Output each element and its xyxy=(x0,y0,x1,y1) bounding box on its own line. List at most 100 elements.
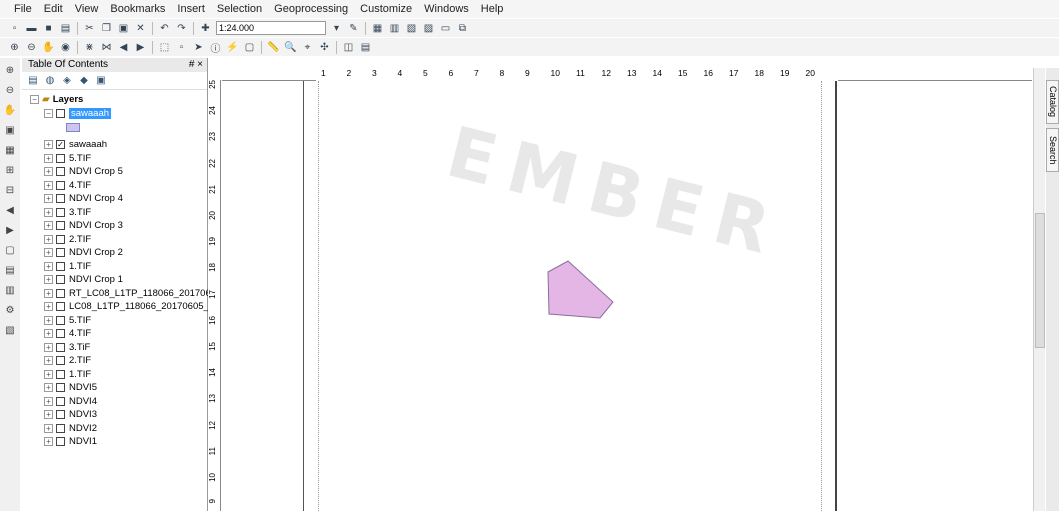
layer-row[interactable]: + NDVI Crop 1 xyxy=(44,273,123,286)
hyperlink-icon[interactable]: ⚡ xyxy=(225,40,240,54)
layer-label[interactable]: 2.TIF xyxy=(69,355,91,366)
table-icon[interactable]: ▦ xyxy=(370,21,385,35)
layer-label[interactable]: 3.TiF xyxy=(69,342,90,353)
zoom-whole-page-icon[interactable]: ▣ xyxy=(2,124,18,138)
layer-checkbox[interactable] xyxy=(56,383,65,392)
layer-checkbox[interactable] xyxy=(56,275,65,284)
data-driven-pages-icon[interactable]: ▧ xyxy=(2,324,18,338)
layer-row[interactable]: +4.TIF xyxy=(44,179,91,192)
zoom-out-icon[interactable]: ⊖ xyxy=(24,40,39,54)
layer-label[interactable]: 2.TIF xyxy=(69,234,91,245)
forward-icon[interactable]: ▶ xyxy=(133,40,148,54)
layer-label[interactable]: NDVI Crop 1 xyxy=(69,274,123,285)
layout-view[interactable]: EMBER xyxy=(222,81,1032,511)
save-icon[interactable]: ■ xyxy=(41,21,56,35)
expand-icon[interactable]: + xyxy=(44,194,53,203)
layer-row[interactable]: + NDVI Crop 5 xyxy=(44,165,123,178)
layer-label[interactable]: NDVI Crop 2 xyxy=(69,247,123,258)
layer-checkbox[interactable] xyxy=(56,342,65,352)
expand-icon[interactable]: + xyxy=(44,221,53,230)
layer-row[interactable]: + NDVI Crop 4 xyxy=(44,192,123,205)
layer-row[interactable]: + LC08_L1TP_118066_20170605_2 xyxy=(44,300,214,313)
zoom-100-icon[interactable]: ▦ xyxy=(2,144,18,158)
expand-icon[interactable]: + xyxy=(44,423,53,433)
previous-extent-icon[interactable]: ◀ xyxy=(2,204,18,218)
identify-icon[interactable]: ⓘ xyxy=(208,40,223,55)
chevron-down-icon[interactable]: ▾ xyxy=(329,21,344,35)
menu-windows[interactable]: Windows xyxy=(418,3,475,15)
expand-icon[interactable]: + xyxy=(44,153,53,163)
layer-checkbox[interactable] xyxy=(56,180,65,190)
fixed-zoom-in-icon[interactable]: ⊞ xyxy=(2,164,18,178)
selected-layer-label[interactable]: sawaaah xyxy=(69,108,112,119)
layer-row[interactable]: + ✓ sawaaah xyxy=(44,138,107,151)
back-icon[interactable]: ◀ xyxy=(116,40,131,54)
expand-icon[interactable]: + xyxy=(44,396,53,406)
tab-search[interactable]: Search xyxy=(1046,128,1059,172)
list-by-selection-icon[interactable]: ◆ xyxy=(77,75,91,87)
pan-icon[interactable]: ✋ xyxy=(2,104,18,118)
layer-row[interactable]: +3.TiF xyxy=(44,341,90,354)
expand-icon[interactable]: + xyxy=(44,207,53,217)
expand-icon[interactable]: + xyxy=(44,383,53,392)
list-by-drawing-order-icon[interactable]: ▤ xyxy=(26,75,40,87)
list-by-source-icon[interactable]: ◍ xyxy=(43,75,57,87)
layer-checkbox[interactable] xyxy=(56,234,65,244)
layer-label[interactable]: 5.TIF xyxy=(69,315,91,326)
expand-icon[interactable]: + xyxy=(44,410,53,419)
select-elements-icon[interactable]: ➤ xyxy=(191,40,206,54)
expand-icon[interactable]: + xyxy=(44,180,53,190)
layer-checkbox[interactable] xyxy=(56,410,65,419)
tab-catalog[interactable]: Catalog xyxy=(1046,80,1059,124)
layer-checkbox[interactable]: ✓ xyxy=(56,140,65,149)
layer-row[interactable]: +2.TIF xyxy=(44,233,91,246)
layer-label[interactable]: NDVI Crop 3 xyxy=(69,220,123,231)
layer-row[interactable]: +2.TIF xyxy=(44,354,91,367)
layer-label[interactable]: 4.TIF xyxy=(69,328,91,339)
layer-label[interactable]: NDVI3 xyxy=(69,409,97,420)
layer-label[interactable]: NDVI2 xyxy=(69,423,97,434)
menu-help[interactable]: Help xyxy=(475,3,510,15)
layer-row[interactable]: + NDVI1 xyxy=(44,435,97,448)
menu-insert[interactable]: Insert xyxy=(171,3,211,15)
layer-row[interactable]: + NDVI3 xyxy=(44,408,97,421)
layer-checkbox[interactable] xyxy=(56,356,65,365)
expand-icon[interactable]: + xyxy=(44,234,53,244)
layer-checkbox[interactable] xyxy=(56,396,65,406)
expand-icon[interactable]: + xyxy=(44,342,53,352)
layer-row[interactable]: + NDVI4 xyxy=(44,395,97,408)
layer-label[interactable]: NDVI Crop 4 xyxy=(69,193,123,204)
layer-checkbox[interactable] xyxy=(56,302,65,311)
vertical-scrollbar[interactable] xyxy=(1033,68,1045,511)
add-data-icon[interactable]: ✚ xyxy=(198,21,213,35)
collapse-icon[interactable]: − xyxy=(44,109,53,118)
html-popup-icon[interactable]: ▢ xyxy=(242,40,257,54)
fixed-zoom-out-icon[interactable]: ⊟ xyxy=(2,184,18,198)
layer-checkbox[interactable] xyxy=(56,207,65,217)
next-extent-icon[interactable]: ▶ xyxy=(2,224,18,238)
layer-label[interactable]: LC08_L1TP_118066_20170605_2 xyxy=(69,301,214,312)
pan-icon[interactable]: ✋ xyxy=(41,40,56,54)
layer-row[interactable]: +3.TIF xyxy=(44,206,91,219)
layer-checkbox[interactable] xyxy=(56,423,65,433)
expand-icon[interactable]: + xyxy=(44,302,53,311)
layer-checkbox[interactable] xyxy=(56,369,65,379)
paste-icon[interactable]: ▣ xyxy=(116,21,131,35)
editor-icon[interactable]: ✎ xyxy=(346,21,361,35)
layer-label[interactable]: RT_LC08_L1TP_118066_2017060 xyxy=(69,288,216,299)
find-route-icon[interactable]: ⌖ xyxy=(300,40,315,54)
fixed-zoom-out-icon[interactable]: ⋈ xyxy=(99,40,114,54)
layer-checkbox[interactable] xyxy=(56,329,65,338)
layer-checkbox[interactable] xyxy=(56,261,65,271)
menu-customize[interactable]: Customize xyxy=(354,3,418,15)
delete-icon[interactable]: ✕ xyxy=(133,21,148,35)
copy-icon[interactable]: ❐ xyxy=(99,21,114,35)
layer-label[interactable]: NDVI4 xyxy=(69,396,97,407)
menu-view[interactable]: View xyxy=(69,3,105,15)
layout-page[interactable]: EMBER xyxy=(303,81,837,511)
menu-bookmarks[interactable]: Bookmarks xyxy=(104,3,171,15)
expand-icon[interactable]: + xyxy=(44,369,53,379)
layer-label[interactable]: sawaaah xyxy=(69,139,107,150)
time-slider-icon[interactable]: ◫ xyxy=(341,40,356,54)
clear-selection-icon[interactable]: ▫ xyxy=(174,40,189,54)
